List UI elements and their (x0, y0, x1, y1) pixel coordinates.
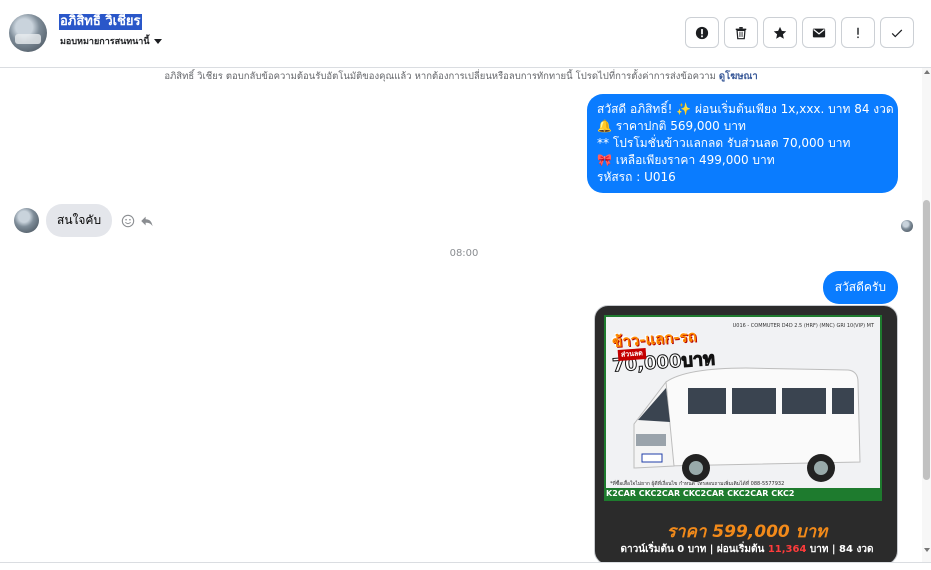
star-button[interactable] (763, 17, 797, 48)
brand-banner: K2CAR CKC2CAR CKC2CAR CKC2CAR CKC2 (606, 488, 880, 499)
van-illustration (633, 367, 861, 482)
scrollbar-thumb[interactable] (923, 200, 930, 480)
auto-reply-notice: อภิสิทธิ์ วิเชียร ตอบกลับข้อความต้อนรับอ… (0, 69, 922, 84)
reply-icon[interactable] (139, 214, 154, 228)
promo-line: ** โปรโมชั่นข้าวแลกลด รับส่วนลด 70,000 บ… (597, 136, 851, 150)
terms-prefix: ดาวน์เริ่มต้น 0 บาท | ผ่อนเริ่มต้น (620, 544, 765, 555)
smiley-icon[interactable] (121, 214, 135, 228)
terms-suffix: บาท | 84 งวด (809, 544, 874, 555)
caret-down-icon (153, 38, 162, 44)
sender-avatar (14, 208, 39, 233)
mark-unread-button[interactable] (802, 17, 836, 48)
vehicle-photo: U016 - COMMUTER D4D 2.5 (HRF) (MNC) GRI … (604, 315, 882, 501)
contact-name[interactable]: อภิสิทธิ์ วิเชียร (59, 14, 142, 30)
view-ad-link[interactable]: ดูโฆษณา (719, 71, 758, 82)
mark-spam-button[interactable] (685, 17, 719, 48)
outgoing-greeting-message[interactable]: สวัสดีครับ (822, 271, 898, 304)
terms-installment: 11,364 (767, 544, 807, 555)
message-actions (121, 214, 154, 228)
vehicle-ad-image[interactable]: U016 - COMMUTER D4D 2.5 (HRF) (MNC) GRI … (594, 305, 898, 562)
message-timestamp: 08:00 (449, 248, 479, 259)
promo-line: สวัสดี อภิสิทธิ์! ✨ ผ่อนเริ่มต้นเพียง 1x… (597, 102, 894, 116)
assign-label: มอบหมายการสนทนานี้ (60, 37, 150, 47)
photo-contact-tag: *ที่ซื้อเสื้อใจไม่ยาก ผู้ดีที่เงื่อนไข ก… (610, 481, 785, 487)
check-icon (891, 29, 903, 37)
promo-line: 🎀 เหลือเพียงราคา 499,000 บาท (597, 153, 775, 167)
app: อภิสิทธิ์ วิเชียร มอบหมายการสนทนานี้ อภิ… (0, 0, 931, 570)
assign-conversation-dropdown[interactable]: มอบหมายการสนทนานี้ (60, 34, 162, 48)
financing-terms: ดาวน์เริ่มต้น 0 บาท | ผ่อนเริ่มต้น 11,36… (595, 542, 897, 557)
seen-indicator-avatar (901, 220, 913, 232)
incoming-message-row: สนใจคับ (14, 204, 154, 237)
promo-subtitle: ส่วนลด (617, 348, 647, 361)
composer-edge (0, 562, 931, 570)
vehicle-model-caption: U016 - COMMUTER D4D 2.5 (HRF) (MNC) GRI … (732, 323, 874, 329)
mark-done-button[interactable] (880, 17, 914, 48)
contact-avatar[interactable] (9, 14, 47, 52)
promo-line: รหัสรถ : U016 (597, 170, 676, 184)
conversation-header: อภิสิทธิ์ วิเชียร มอบหมายการสนทนานี้ (0, 0, 931, 68)
incoming-message[interactable]: สนใจคับ (46, 204, 113, 237)
alert-icon (695, 26, 709, 39)
mail-icon (812, 28, 826, 37)
exclamation-icon (857, 27, 859, 38)
auto-reply-notice-text: อภิสิทธิ์ วิเชียร ตอบกลับข้อความต้อนรับอ… (164, 71, 716, 82)
message-thread: อภิสิทธิ์ วิเชียร ตอบกลับข้อความต้อนรับอ… (0, 68, 922, 562)
trash-icon (735, 26, 747, 39)
conversation-toolbar (685, 17, 914, 48)
follow-up-button[interactable] (841, 17, 875, 48)
vehicle-price: ราคา 599,000 บาท (666, 522, 828, 542)
star-icon (773, 26, 787, 39)
scroll-up-arrow[interactable] (924, 70, 930, 74)
delete-button[interactable] (724, 17, 758, 48)
outgoing-promo-message[interactable]: สวัสดี อภิสิทธิ์! ✨ ผ่อนเริ่มต้นเพียง 1x… (587, 94, 898, 193)
scroll-down-arrow[interactable] (924, 548, 930, 552)
promo-line: 🔔 ราคาปกติ 569,000 บาท (597, 119, 746, 133)
